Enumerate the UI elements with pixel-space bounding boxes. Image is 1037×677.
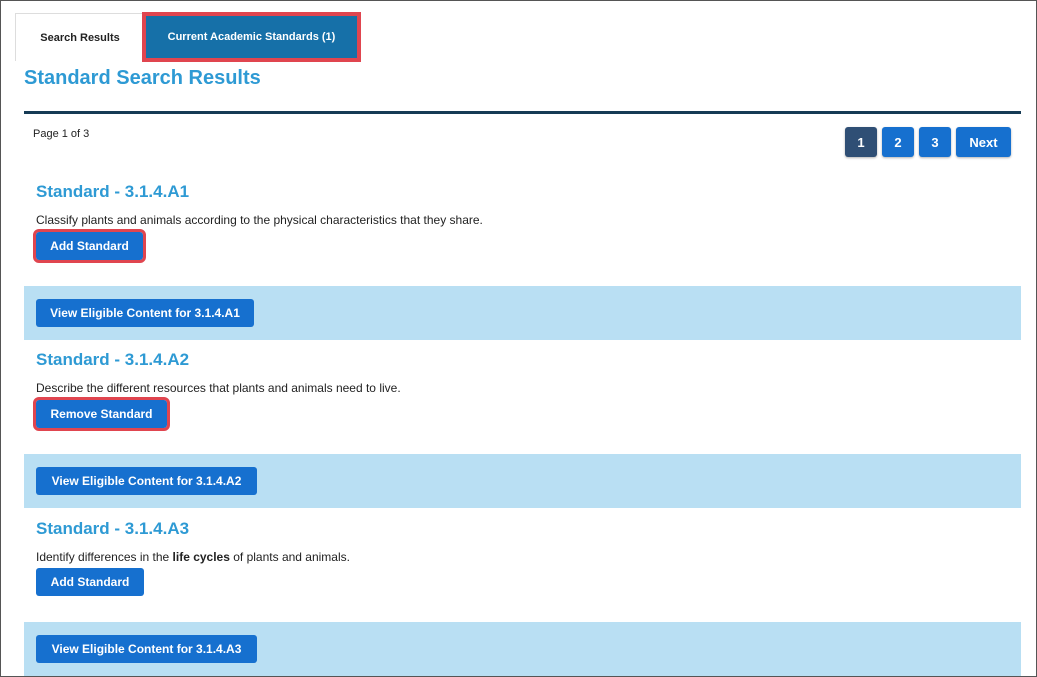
page-2-button[interactable]: 2: [882, 127, 914, 157]
remove-standard-button[interactable]: Remove Standard: [33, 397, 170, 431]
tab-search-results[interactable]: Search Results: [15, 13, 145, 61]
page-title: Standard Search Results: [24, 67, 261, 89]
next-page-button[interactable]: Next: [956, 127, 1011, 157]
add-standard-button[interactable]: Add Standard: [33, 229, 146, 263]
standard-description: Identify differences in the life cycles …: [36, 550, 350, 564]
standard-description: Classify plants and animals according to…: [36, 213, 483, 227]
standard-title: Standard - 3.1.4.A2: [36, 350, 190, 369]
eligible-content-band: View Eligible Content for 3.1.4.A2: [24, 454, 1021, 508]
standard-title: Standard - 3.1.4.A3: [36, 519, 190, 538]
page-info: Page 1 of 3: [33, 128, 90, 140]
description-text: of plants and animals.: [229, 550, 350, 564]
eligible-content-band: View Eligible Content for 3.1.4.A1: [24, 286, 1021, 340]
title-divider: [24, 111, 1021, 114]
standard-description: Describe the different resources that pl…: [36, 381, 401, 395]
view-eligible-content-button[interactable]: View Eligible Content for 3.1.4.A1: [36, 299, 254, 327]
standard-title: Standard - 3.1.4.A1: [36, 182, 190, 201]
eligible-content-band: View Eligible Content for 3.1.4.A3: [24, 622, 1021, 676]
tab-current-academic-standards[interactable]: Current Academic Standards (1): [142, 12, 361, 62]
view-eligible-content-button[interactable]: View Eligible Content for 3.1.4.A2: [36, 467, 257, 495]
add-standard-button[interactable]: Add Standard: [36, 568, 144, 596]
description-text: Identify differences in the: [36, 550, 173, 564]
view-eligible-content-button[interactable]: View Eligible Content for 3.1.4.A3: [36, 635, 257, 663]
page-1-button[interactable]: 1: [845, 127, 877, 157]
page-3-button[interactable]: 3: [919, 127, 951, 157]
pagination: 1 2 3 Next: [845, 127, 1011, 157]
description-bold-text: life cycles: [172, 550, 230, 564]
